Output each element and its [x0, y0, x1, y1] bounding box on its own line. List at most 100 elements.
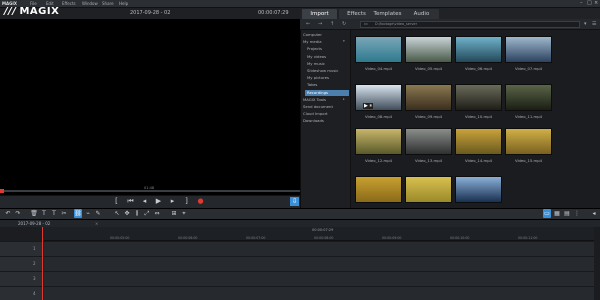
timeline-scrollbar[interactable]	[594, 227, 600, 300]
video-thumbnail[interactable]	[355, 36, 402, 63]
track-number: 2	[33, 261, 36, 266]
sidebar-item-cloud-import[interactable]: Cloud Import	[303, 111, 328, 116]
video-thumbnail[interactable]	[505, 84, 552, 111]
goto-start-icon[interactable]: ⏮	[126, 197, 135, 206]
ruler-tick-label: 00:00:08:00	[314, 236, 334, 240]
sidebar-item-computer[interactable]: Computer	[303, 32, 322, 37]
thumbnail-label: Video_05.mp4	[414, 66, 443, 71]
sidebar-item-my-pictures[interactable]: My pictures	[307, 75, 329, 80]
tab-effects[interactable]: Effects	[339, 9, 374, 19]
sidebar-item-my-music[interactable]: My music	[307, 61, 325, 66]
export-icon[interactable]: ⇩	[290, 197, 299, 206]
preview-scrub-bar[interactable]	[0, 190, 300, 192]
play-icon[interactable]: ▶	[154, 197, 163, 206]
ruler-tick-label: 00:00:05:00	[110, 236, 130, 240]
refresh-icon[interactable]: ↻	[342, 21, 346, 27]
close-window-icon[interactable]: ×	[594, 0, 598, 6]
undo-icon[interactable]: ↶	[4, 209, 12, 218]
video-preview	[0, 8, 300, 208]
sidebar-item-my-videos[interactable]: My videos	[307, 54, 326, 59]
sidebar-item-my-media[interactable]: My media	[303, 39, 322, 44]
snap-icon[interactable]: ⌖	[180, 209, 188, 218]
prev-frame-icon[interactable]: ◂	[140, 197, 149, 206]
sidebar-item-magix-tools[interactable]: MAGIX Tools	[303, 97, 326, 102]
ruler-tick-label: 00:00:06:00	[178, 236, 198, 240]
path-field[interactable]: D:\footage\video_server	[360, 21, 580, 28]
tab-import[interactable]: Import	[302, 9, 337, 19]
back-icon[interactable]: ←	[306, 21, 310, 27]
minimize-icon[interactable]: –	[580, 0, 583, 6]
title-icon[interactable]: T	[50, 209, 58, 218]
view-options-icon[interactable]: ☰	[592, 21, 596, 27]
link-icon[interactable]: ⛓	[74, 209, 82, 218]
menu-help[interactable]: Help	[119, 1, 128, 6]
video-thumbnail[interactable]	[405, 36, 452, 63]
video-thumbnail[interactable]	[455, 36, 502, 63]
record-icon[interactable]: ●	[196, 197, 205, 206]
expand-arrow-icon[interactable]: ▸	[343, 97, 345, 101]
ruler-current-time: 00:00:07:29	[312, 228, 334, 232]
close-timeline-icon[interactable]: ×	[95, 221, 98, 226]
video-thumbnail[interactable]	[505, 128, 552, 155]
video-thumbnail[interactable]	[455, 176, 502, 203]
menu-share[interactable]: Share	[102, 1, 114, 6]
expand-arrow-icon[interactable]: ▾	[343, 39, 345, 43]
scrub-handle[interactable]	[0, 189, 4, 193]
folder-icon: ▭	[364, 21, 368, 26]
thumbnail-label: Video_15.mp4	[514, 158, 543, 163]
text-icon[interactable]: T	[40, 209, 48, 218]
video-thumbnail[interactable]	[505, 36, 552, 63]
zoom-icon[interactable]: ⤢	[143, 209, 151, 218]
up-folder-icon[interactable]: ↑	[330, 21, 334, 27]
track-separator	[0, 286, 600, 287]
video-thumbnail[interactable]	[355, 176, 402, 203]
cut-icon[interactable]: ✂	[60, 209, 68, 218]
ruler-tick-label: 00:00:10:00	[450, 236, 470, 240]
delete-icon[interactable]: 🗑	[30, 209, 38, 218]
thumbnail-label: Video_04.mp4	[364, 66, 393, 71]
mark-in-icon[interactable]: [	[112, 197, 121, 206]
tab-audio[interactable]: Audio	[404, 9, 439, 19]
mark-out-icon[interactable]: ]	[182, 197, 191, 206]
next-frame-icon[interactable]: ▸	[168, 197, 177, 206]
marker-icon[interactable]: ⌁	[84, 209, 92, 218]
sidebar-item-slideshow-music[interactable]: Slideshow music	[307, 68, 339, 73]
sidebar-item-projects[interactable]: Projects	[307, 46, 322, 51]
forward-icon[interactable]: →	[318, 21, 322, 27]
mixer-icon[interactable]: ⋮	[573, 209, 581, 218]
sidebar-item-send-document[interactable]: Send document	[303, 104, 333, 109]
overview-icon[interactable]: ▤	[563, 209, 571, 218]
collapse-icon[interactable]: ◂	[590, 209, 598, 218]
track-number: 3	[33, 276, 36, 281]
redo-icon[interactable]: ↷	[14, 209, 22, 218]
video-thumbnail[interactable]	[405, 128, 452, 155]
video-thumbnail[interactable]	[405, 84, 452, 111]
playhead[interactable]	[42, 227, 43, 300]
play-preview-icon[interactable]: ▶ ⏸	[363, 103, 373, 109]
thumbnail-label: Video_08.mp4	[364, 114, 393, 119]
grid-icon[interactable]: ⊞	[170, 209, 178, 218]
thumbnail-label: Video_10.mp4	[464, 114, 493, 119]
video-thumbnail[interactable]	[405, 176, 452, 203]
split-icon[interactable]: ⫼	[133, 209, 141, 218]
path-dropdown-icon[interactable]: ▾	[584, 21, 587, 27]
sidebar-item-downloads[interactable]: Downloads	[303, 118, 324, 123]
storyboard-icon[interactable]: ▦	[553, 209, 561, 218]
video-thumbnail[interactable]	[455, 128, 502, 155]
video-thumbnail[interactable]	[355, 128, 402, 155]
mouse-mode-icon[interactable]: ↖	[113, 209, 121, 218]
thumbnail-label: Video_11.mp4	[514, 114, 543, 119]
maximize-icon[interactable]: □	[587, 0, 592, 6]
sidebar-item-takes[interactable]: Takes	[307, 82, 317, 87]
menu-effects[interactable]: Effects	[62, 1, 76, 6]
sidebar-item-recordings[interactable]: Recordings	[305, 89, 349, 96]
tab-templates[interactable]: Templates	[370, 9, 405, 19]
move-icon[interactable]: ✥	[123, 209, 131, 218]
video-thumbnail[interactable]	[455, 84, 502, 111]
menu-window[interactable]: Window	[82, 1, 98, 6]
thumbnail-label: Video_07.mp4	[514, 66, 543, 71]
track-separator	[0, 271, 600, 272]
pen-icon[interactable]: ✎	[94, 209, 102, 218]
timeline-mode-icon[interactable]: ▭	[543, 209, 551, 218]
stretch-icon[interactable]: ⇔	[153, 209, 161, 218]
